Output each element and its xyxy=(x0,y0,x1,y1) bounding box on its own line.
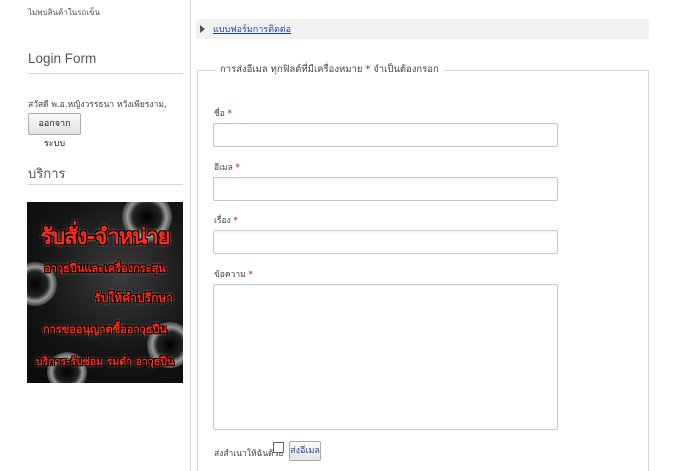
login-form-title: Login Form xyxy=(28,51,97,66)
legend-suffix: จำเป็นต้องกรอก xyxy=(370,64,439,75)
message-label: ข้อความ * xyxy=(214,267,253,281)
banner-line: รับสั่ง-จำหน่าย xyxy=(40,225,170,250)
legend-text: การส่งอีเมล ทุกฟิลด์ที่มีเครื่องหมาย xyxy=(220,64,366,75)
required-star: * xyxy=(248,270,253,280)
cart-status: ไม่พบสินค้าในรถเข็น xyxy=(28,8,101,17)
services-title: บริการ xyxy=(28,166,66,181)
required-star: * xyxy=(233,216,238,226)
subject-label-text: เรื่อง xyxy=(214,216,231,226)
email-input[interactable] xyxy=(213,177,558,201)
required-star: * xyxy=(227,109,232,119)
services-banner[interactable]: รับสั่ง-จำหน่าย อาวุธปืนและเครื่องกระสุน… xyxy=(27,202,183,383)
name-label: ชื่อ * xyxy=(214,106,232,120)
banner-line: การขออนุญาตซื้ออาวุธปืน xyxy=(43,323,167,336)
expand-arrow-icon[interactable] xyxy=(200,25,205,33)
name-input[interactable] xyxy=(213,123,558,147)
banner-line: อาวุธปืนและเครื่องกระสุน xyxy=(44,262,166,275)
contact-form-link[interactable]: แบบฟอร์มการติดต่อ xyxy=(213,22,291,36)
email-label-text: อีเมล xyxy=(214,163,233,173)
required-star: * xyxy=(235,163,240,173)
subject-label: เรื่อง * xyxy=(214,213,238,227)
subject-input[interactable] xyxy=(213,230,558,254)
divider xyxy=(28,73,183,74)
banner-line: บริการ-รับซ่อม รมดำ อาวุธปืน xyxy=(35,356,175,368)
message-label-text: ข้อความ xyxy=(214,270,246,280)
divider xyxy=(28,184,183,185)
message-textarea[interactable] xyxy=(213,284,558,430)
send-email-button[interactable]: ส่งอีเมล xyxy=(289,441,321,461)
send-copy-checkbox[interactable] xyxy=(273,442,284,453)
email-label: อีเมล * xyxy=(214,160,240,174)
form-legend: การส่งอีเมล ทุกฟิลด์ที่มีเครื่องหมาย * จ… xyxy=(215,62,444,77)
user-greeting: สวัสดี พ.อ.หญิงวรรธนา หวังเพียรงาม, xyxy=(28,100,167,110)
logout-button[interactable]: ออกจากระบบ xyxy=(28,113,81,149)
contact-form-toggle-bar[interactable]: แบบฟอร์มการติดต่อ xyxy=(196,19,649,39)
banner-line: รับให้คำปรึกษา xyxy=(94,291,173,305)
sidebar: ไม่พบสินค้าในรถเข็น Login Form สวัสดี พ.… xyxy=(0,0,190,471)
name-label-text: ชื่อ xyxy=(214,109,225,119)
